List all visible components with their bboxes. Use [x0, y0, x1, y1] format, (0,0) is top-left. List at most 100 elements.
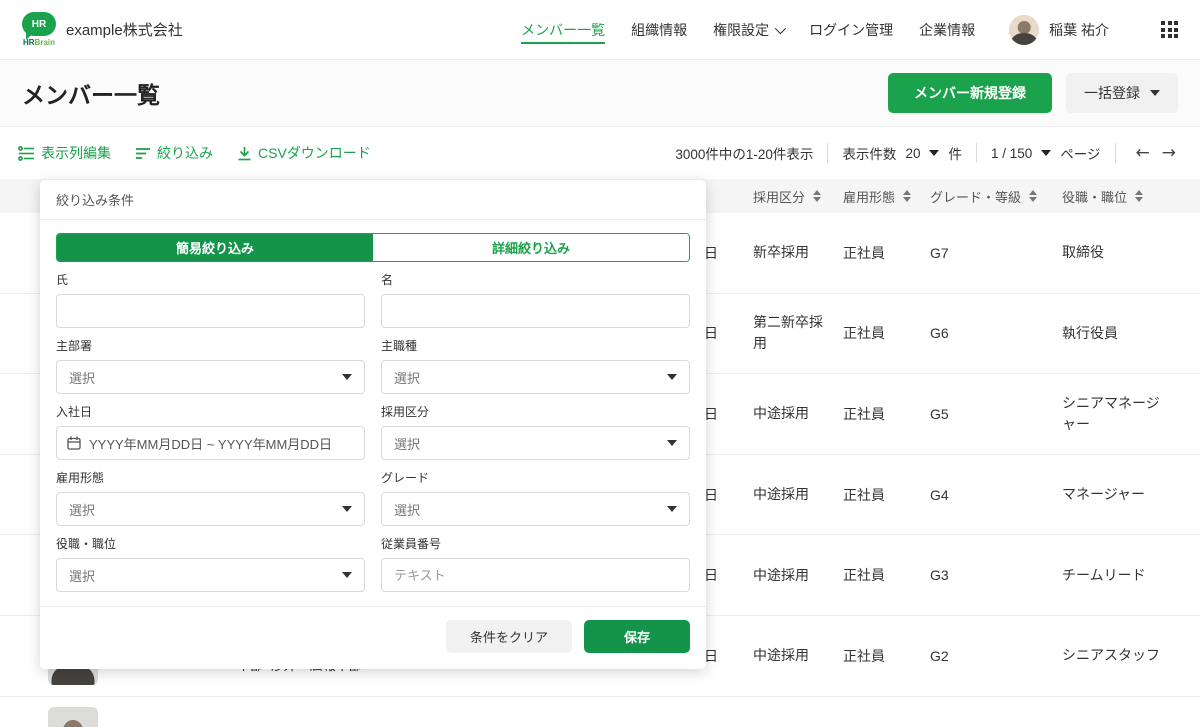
calendar-icon	[67, 436, 81, 450]
header-grade[interactable]: グレード・等級	[930, 187, 1062, 206]
nav-item[interactable]: 権限設定	[713, 16, 787, 44]
per-page-value: 20	[905, 145, 921, 161]
title-actions: メンバー新規登録 一括登録	[888, 73, 1178, 113]
hrbrain-logo-bubble: HR	[22, 12, 56, 40]
member-recruit-type: 中途採用	[753, 566, 809, 583]
member-employment-type: 正社員	[843, 567, 885, 584]
tab-detail-filter[interactable]: 詳細絞り込み	[373, 234, 689, 261]
member-role: シニアマネージャー	[1062, 394, 1160, 432]
grade-label: グレード	[381, 471, 430, 485]
download-icon	[238, 146, 251, 160]
member-role: マネージャー	[1062, 486, 1146, 503]
member-employment-type: 正社員	[843, 244, 885, 261]
sort-icon	[813, 190, 822, 202]
sort-icon	[1029, 190, 1038, 202]
member-grade: G5	[930, 405, 949, 422]
sort-icon	[903, 190, 912, 202]
member-grade: G4	[930, 486, 949, 503]
member-employment-type: 正社員	[843, 647, 885, 664]
grade-select[interactable]: 選択	[381, 492, 690, 526]
employee-no-input[interactable]	[381, 558, 690, 592]
filter-panel-title: 絞り込み条件	[40, 180, 706, 220]
nav-item[interactable]: 組織情報	[631, 16, 687, 44]
member-grade: G2	[930, 647, 949, 664]
main-job-select[interactable]: 選択	[381, 360, 690, 394]
apps-grid-icon[interactable]	[1161, 21, 1178, 38]
member-role: 取締役	[1062, 244, 1104, 261]
member-recruit-type: 中途採用	[753, 486, 809, 503]
main-dept-select[interactable]: 選択	[56, 360, 365, 394]
title-band: メンバー一覧 メンバー新規登録 一括登録	[0, 60, 1200, 127]
chevron-down-icon	[774, 22, 787, 34]
member-role: シニアスタッフ	[1062, 647, 1160, 664]
hire-date-range-input[interactable]: YYYY年MM月DD日 ~ YYYY年MM月DD日	[56, 426, 365, 460]
clear-conditions-button[interactable]: 条件をクリア	[445, 620, 572, 653]
hrbrain-logo[interactable]: HR HRBrain	[22, 12, 56, 47]
dropdown-icon	[342, 572, 352, 578]
last-name-input[interactable]	[56, 294, 365, 328]
filter-icon	[136, 147, 150, 159]
page-select-control: 1 / 150 ページ	[990, 145, 1101, 163]
position-select[interactable]: 選択	[56, 558, 365, 592]
result-count: 3000件中の1-20件表示	[675, 147, 814, 162]
member-role: チームリード	[1062, 566, 1146, 583]
nav-item[interactable]: 企業情報	[919, 16, 975, 44]
main-job-label: 主職種	[381, 339, 418, 353]
employment-type-select[interactable]: 選択	[56, 492, 365, 526]
per-page-control: 表示件数 20 件	[842, 145, 962, 163]
user-menu[interactable]: 稲葉 祐介	[1009, 14, 1109, 45]
edit-columns-button[interactable]: 表示列編集	[18, 143, 111, 163]
filter-panel: 絞り込み条件 簡易絞り込み 詳細絞り込み 氏 名 主部署 選択 主職種 選択 入…	[40, 180, 706, 669]
save-button[interactable]: 保存	[583, 620, 690, 653]
user-name: 稲葉 祐介	[1049, 21, 1109, 38]
filter-mode-tabs: 簡易絞り込み 詳細絞り込み	[56, 233, 690, 262]
divider	[1114, 143, 1116, 163]
recruit-type-select[interactable]: 選択	[381, 426, 690, 460]
first-name-label: 名	[381, 273, 394, 287]
member-recruit-type: 中途採用	[753, 647, 809, 664]
per-page-dropdown-icon[interactable]	[929, 150, 940, 156]
next-page-arrow[interactable]: →	[1156, 143, 1182, 163]
page: HR HRBrain example株式会社 メンバー一覧 組織情報 権限設定 ログイ…	[0, 0, 1200, 727]
header-employment-type[interactable]: 雇用形態	[843, 187, 930, 206]
member-recruit-type: 中途採用	[753, 405, 809, 422]
page-dropdown-icon[interactable]	[1041, 150, 1052, 156]
top-header: HR HRBrain example株式会社 メンバー一覧 組織情報 権限設定 ログイ…	[0, 0, 1200, 60]
recruit-type-label: 採用区分	[381, 405, 430, 419]
member-grade: G3	[930, 567, 949, 584]
member-employment-type: 正社員	[843, 405, 885, 422]
first-name-input[interactable]	[381, 294, 690, 328]
header-recruit-type[interactable]: 採用区分	[753, 187, 843, 206]
bulk-register-button[interactable]: 一括登録	[1066, 73, 1178, 113]
dropdown-icon	[667, 506, 677, 512]
company-name: example株式会社	[66, 22, 183, 39]
tab-simple-filter[interactable]: 簡易絞り込み	[57, 234, 373, 261]
main-dept-label: 主部署	[56, 339, 93, 353]
new-member-button[interactable]: メンバー新規登録	[888, 73, 1052, 113]
logo-bubble-text: HR	[31, 18, 47, 30]
person-silhouette-icon	[48, 707, 98, 727]
position-label: 役職・職位	[56, 537, 117, 551]
csv-download-button[interactable]: CSVダウンロード	[237, 143, 371, 163]
filter-panel-footer: 条件をクリア 保存	[40, 606, 706, 669]
divider	[975, 143, 977, 163]
member-employment-type: 正社員	[843, 486, 885, 503]
member-photo	[48, 707, 98, 727]
page-value: 1 / 150	[990, 145, 1033, 161]
table-row[interactable]	[0, 697, 1200, 727]
dropdown-icon	[667, 374, 677, 380]
nav-item[interactable]: ログイン管理	[809, 16, 893, 44]
member-grade: G6	[930, 325, 949, 342]
pagination-bar: 3000件中の1-20件表示 表示件数 20 件 1 / 150 ページ ← →	[675, 143, 1182, 163]
header-role[interactable]: 役職・職位	[1062, 187, 1200, 206]
dropdown-icon	[342, 506, 352, 512]
page-title: メンバー一覧	[22, 82, 160, 108]
member-recruit-type: 第二新卒採用	[753, 314, 823, 352]
employment-type-label: 雇用形態	[56, 471, 105, 485]
nav-item[interactable]: メンバー一覧	[521, 16, 606, 44]
hire-date-label: 入社日	[56, 405, 93, 419]
filter-button[interactable]: 絞り込み	[135, 143, 213, 163]
prev-page-arrow[interactable]: ←	[1130, 143, 1156, 163]
member-grade: G7	[930, 244, 949, 261]
member-employment-type: 正社員	[843, 325, 885, 342]
